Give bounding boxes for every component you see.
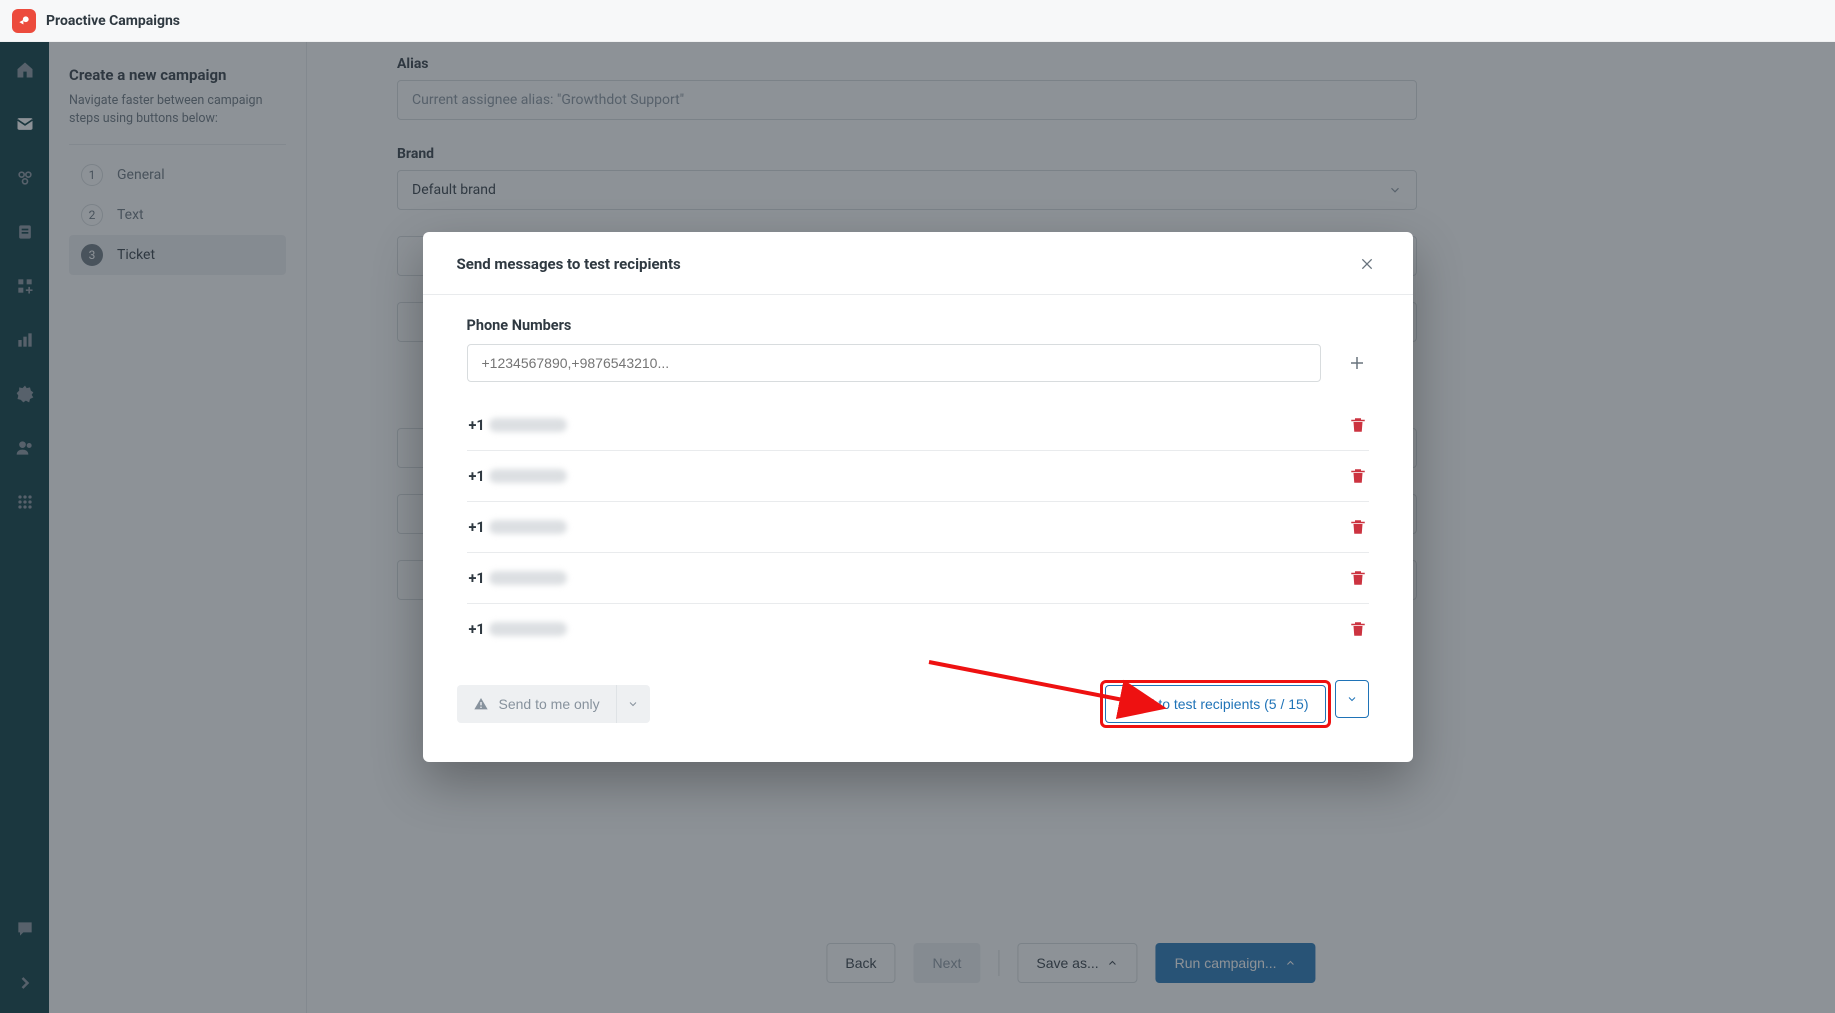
phone-numbers-label: Phone Numbers bbox=[467, 317, 1369, 334]
modal-title: Send messages to test recipients bbox=[457, 255, 681, 273]
app-header: Proactive Campaigns bbox=[0, 0, 1835, 42]
redacted-number bbox=[489, 571, 567, 585]
send-to-me-button: Send to me only bbox=[457, 685, 616, 723]
delete-phone-button[interactable] bbox=[1349, 467, 1367, 485]
send-to-test-dropdown[interactable] bbox=[1335, 680, 1369, 718]
phone-row: +1 bbox=[467, 451, 1369, 502]
phone-row: +1 bbox=[467, 604, 1369, 654]
redacted-number bbox=[489, 418, 567, 432]
megaphone-icon bbox=[17, 14, 31, 28]
test-recipients-modal: Send messages to test recipients Phone N… bbox=[423, 232, 1413, 762]
redacted-number bbox=[489, 469, 567, 483]
redacted-number bbox=[489, 520, 567, 534]
phone-prefix: +1 bbox=[469, 621, 485, 638]
phone-prefix: +1 bbox=[469, 417, 485, 434]
chevron-down-icon bbox=[1346, 693, 1358, 705]
phone-row: +1 bbox=[467, 502, 1369, 553]
phone-prefix: +1 bbox=[469, 570, 485, 587]
phone-row: +1 bbox=[467, 553, 1369, 604]
send-to-me-dropdown bbox=[616, 685, 650, 723]
close-icon bbox=[1359, 256, 1375, 272]
delete-phone-button[interactable] bbox=[1349, 620, 1367, 638]
send-to-test-recipients-button[interactable]: Send to test recipients (5 / 15) bbox=[1105, 685, 1326, 723]
phone-prefix: +1 bbox=[469, 468, 485, 485]
phone-input[interactable] bbox=[467, 344, 1321, 382]
send-to-me-split-button: Send to me only bbox=[457, 685, 650, 723]
plus-icon bbox=[1348, 354, 1366, 372]
chevron-down-icon bbox=[627, 698, 639, 710]
modal-close-button[interactable] bbox=[1355, 252, 1379, 276]
highlight-annotation: Send to test recipients (5 / 15) bbox=[1100, 680, 1331, 728]
phone-prefix: +1 bbox=[469, 519, 485, 536]
delete-phone-button[interactable] bbox=[1349, 518, 1367, 536]
redacted-number bbox=[489, 622, 567, 636]
phone-row: +1 bbox=[467, 400, 1369, 451]
app-logo bbox=[12, 9, 36, 33]
delete-phone-button[interactable] bbox=[1349, 416, 1367, 434]
app-title: Proactive Campaigns bbox=[46, 13, 180, 29]
phone-list: +1 +1 +1 +1 bbox=[467, 400, 1369, 654]
delete-phone-button[interactable] bbox=[1349, 569, 1367, 587]
warning-icon bbox=[473, 696, 489, 712]
add-phone-button[interactable] bbox=[1345, 351, 1369, 375]
